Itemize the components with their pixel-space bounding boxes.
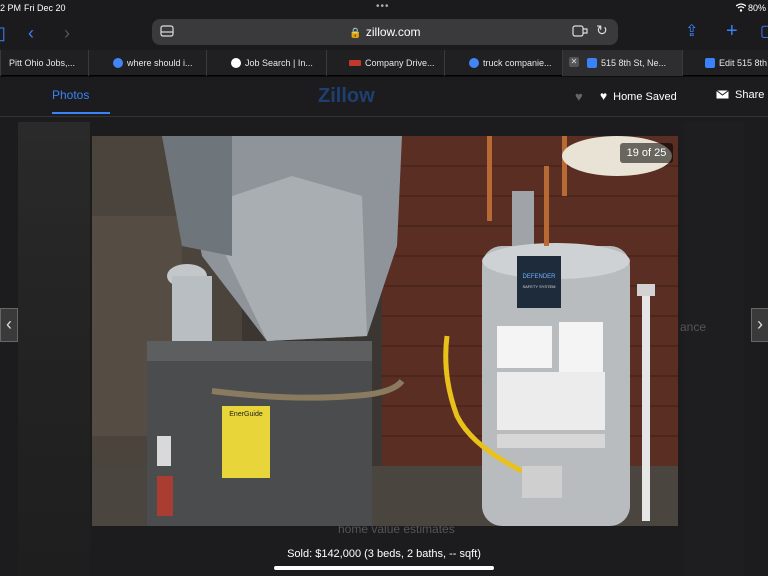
share-label: Share [735,89,765,101]
zillow-icon [587,58,597,68]
info-icon [231,58,241,68]
battery-level: 80% [748,3,767,13]
status-time: 2 PM [0,3,22,13]
home-saved-label: Home Saved [613,91,677,103]
tab-label: truck companie... [483,58,552,68]
extension-icon[interactable] [572,25,588,37]
share-icon[interactable]: ⇪ [685,23,698,41]
browser-toolbar: ▯ ‹ › 🔒 zillow.com ↻ ⇪ + ▢ [0,16,768,50]
tab-pitt-ohio[interactable]: Pitt Ohio Jobs,... [0,50,88,76]
tab-label: Pitt Ohio Jobs,... [9,58,76,68]
wifi-icon [736,3,746,12]
address-bar[interactable]: 🔒 zillow.com ↻ [152,19,618,45]
reload-icon[interactable]: ↻ [596,22,608,39]
forward-icon[interactable]: › [64,24,70,42]
active-tab-indicator [52,112,110,114]
add-tab-icon[interactable]: + [726,21,738,41]
basement-photo: EnerGuide DEFENDER SAFETY SYSTEM [92,136,678,526]
url-text: zillow.com [365,25,421,39]
tab-strip: Pitt Ohio Jobs,... where should i... Job… [0,50,768,76]
tab-label: Edit 515 8th [719,58,768,68]
tab-label: Company Drive... [365,58,435,68]
status-bar: 2 PM Fri Dec 20 ••• 80% [0,0,768,16]
status-date: Fri Dec 20 [24,3,66,13]
furnace-label: EnerGuide [229,411,263,418]
tab-515-8th-active[interactable]: ✕ 515 8th St, Ne... [562,50,682,76]
tab-photos[interactable]: Photos [52,88,89,102]
heart-icon: ♥ [575,89,583,104]
tab-edit-515[interactable]: Edit 515 8th [682,50,768,76]
screen: 2 PM Fri Dec 20 ••• 80% ▯ ‹ › 🔒 zillow.co… [0,0,768,576]
tab-job-search[interactable]: Job Search | In... [206,50,326,76]
tab-truck-companies[interactable]: truck companie... [444,50,562,76]
lock-icon: 🔒 [349,28,362,39]
previous-photo-button[interactable]: ‹ [0,308,18,342]
multitasking-dots-icon[interactable]: ••• [376,1,390,12]
home-saved-button[interactable]: ♥ Home Saved [600,89,677,103]
heater-label: DEFENDER [522,274,556,280]
home-indicator[interactable] [274,566,494,570]
gallery-photo[interactable]: EnerGuide DEFENDER SAFETY SYSTEM [92,136,678,526]
tab-label: Job Search | In... [245,58,313,68]
side-panel [684,122,744,576]
zillow-logo: Zillow [318,85,375,107]
close-tab-icon[interactable]: ✕ [569,57,579,67]
tab-label: 515 8th St, Ne... [601,58,667,68]
tab-company-drive[interactable]: Company Drive... [326,50,444,76]
gallery-header: Photos Zillow ♥ ♥ Home Saved Share [0,77,768,117]
tab-label: where should i... [127,58,193,68]
chevron-right-icon: › [757,314,763,334]
chevron-left-icon: ‹ [6,314,12,334]
google-icon [113,58,123,68]
site-icon [349,60,361,66]
tab-where-should[interactable]: where should i... [88,50,206,76]
google-icon [469,58,479,68]
heart-icon: ♥ [600,89,608,103]
background-text-right: ance [680,320,707,334]
photo-caption: Sold: $142,000 (3 beds, 2 baths, -- sqft… [287,548,481,560]
mail-icon [716,90,729,99]
next-photo-button[interactable]: › [751,308,768,342]
heater-sublabel: SAFETY SYSTEM [522,284,555,289]
thumbnail-column [18,122,90,576]
url-display[interactable]: 🔒 zillow.com [152,25,618,39]
zillow-icon [705,58,715,68]
back-icon[interactable]: ‹ [28,24,34,42]
sidebar-icon[interactable]: ▯ [0,24,6,42]
share-button[interactable]: Share [716,89,764,101]
photo-counter: 19 of 25 [620,143,673,163]
tabs-icon[interactable]: ▢ [760,23,768,41]
